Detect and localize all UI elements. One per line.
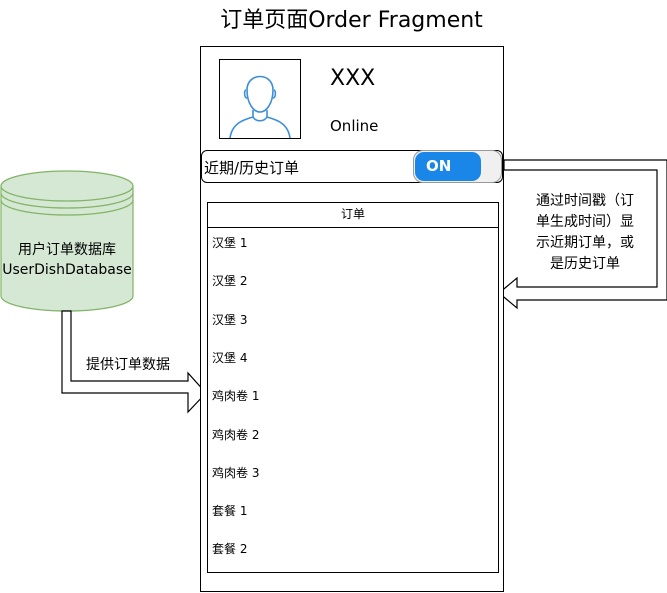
database-label-cn: 用户订单数据库: [18, 242, 116, 258]
order-item[interactable]: 汉堡 1: [212, 234, 247, 251]
note-line-1: 通过时间戳（订: [536, 193, 634, 209]
order-list-header: 订单: [207, 202, 499, 228]
order-toggle-label: 近期/历史订单: [204, 159, 300, 177]
order-item[interactable]: 鸡肉卷 1: [212, 387, 259, 404]
order-item[interactable]: 汉堡 3: [212, 311, 247, 328]
order-item[interactable]: 套餐 2: [212, 540, 247, 557]
order-item[interactable]: 鸡肉卷 2: [212, 426, 259, 443]
note-line-4: 是历史订单: [550, 256, 620, 272]
person-icon: [229, 75, 291, 138]
user-status: Online: [330, 117, 379, 135]
database-label-en: UserDishDatabase: [2, 262, 132, 278]
user-name: XXX: [330, 66, 376, 91]
order-item[interactable]: 鸡肉卷 3: [212, 464, 259, 481]
order-item[interactable]: 汉堡 4: [212, 349, 247, 366]
data-flow-label: 提供订单数据: [86, 357, 170, 373]
database-label: 用户订单数据库 UserDishDatabase: [0, 240, 134, 280]
order-item[interactable]: 套餐 1: [212, 502, 247, 519]
order-item[interactable]: 汉堡 2: [212, 272, 247, 289]
note-line-3: 示近期订单，或: [536, 235, 634, 251]
note-line-2: 单生成时间）显: [536, 214, 634, 230]
avatar[interactable]: [219, 59, 301, 139]
toggle-note: 通过时间戳（订 单生成时间）显 示近期订单，或 是历史订单: [520, 191, 650, 275]
order-toggle-knob[interactable]: ON: [415, 152, 481, 181]
